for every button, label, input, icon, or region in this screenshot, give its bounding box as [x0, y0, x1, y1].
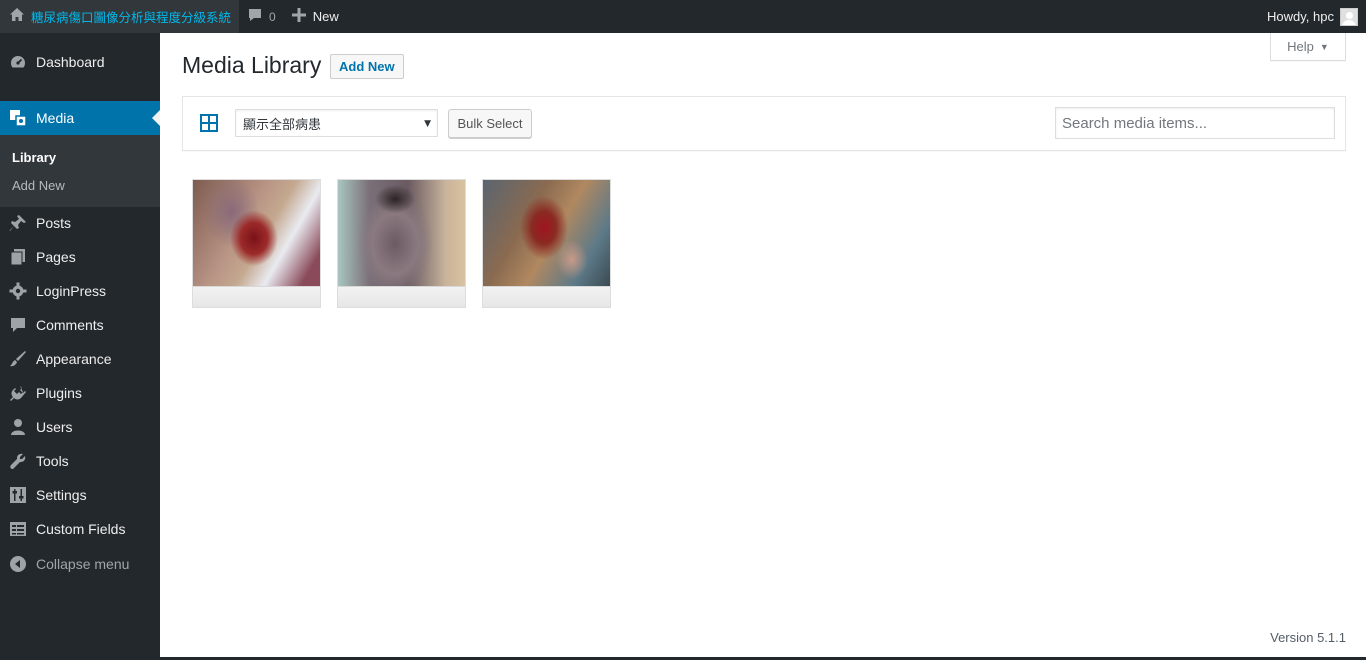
my-account-link[interactable]: Howdy, hpc	[1259, 0, 1366, 33]
media-toolbar: 顯示全部病患 ▼ Bulk Select	[182, 96, 1346, 151]
sidebar-label-pages: Pages	[36, 249, 76, 265]
new-label: New	[312, 9, 339, 24]
admin-bar: 糖尿病傷口圖像分析與程度分級系統 0 New Howdy, hpc	[0, 0, 1366, 33]
comments-count: 0	[269, 9, 276, 24]
search-input[interactable]	[1055, 107, 1335, 139]
version-text: Version 5.1.1	[1270, 630, 1346, 645]
site-name: 糖尿病傷口圖像分析與程度分級系統	[31, 10, 232, 25]
patient-filter-select[interactable]: 顯示全部病患 ▼	[235, 109, 438, 137]
pushpin-icon	[8, 213, 28, 233]
dashboard-icon	[8, 52, 28, 72]
users-icon	[8, 417, 28, 437]
media-submenu: Library Add New	[0, 135, 160, 207]
sidebar-label-custom-fields: Custom Fields	[36, 521, 126, 537]
site-name-link[interactable]: 糖尿病傷口圖像分析與程度分級系統	[0, 0, 240, 33]
media-icon	[8, 108, 28, 128]
sidebar-item-media[interactable]: Media	[0, 101, 160, 135]
sidebar-label-loginpress: LoginPress	[36, 283, 107, 299]
add-new-button[interactable]: Add New	[330, 54, 404, 79]
sidebar-item-appearance[interactable]: Appearance	[0, 342, 160, 376]
sidebar-label-posts: Posts	[36, 215, 72, 231]
attachment-thumbnail[interactable]	[192, 179, 321, 308]
attachment-caption-strip	[483, 287, 610, 307]
sidebar-label-plugins: Plugins	[36, 385, 82, 401]
sidebar-label-users: Users	[36, 419, 73, 435]
wound-image	[193, 180, 320, 287]
page-title: Media Library	[182, 52, 322, 78]
sidebar-item-users[interactable]: Users	[0, 410, 160, 444]
paintbrush-icon	[8, 349, 28, 369]
table-icon	[8, 519, 28, 539]
collapse-menu-button[interactable]: Collapse menu	[0, 547, 160, 581]
sidebar-item-settings[interactable]: Settings	[0, 478, 160, 512]
pages-icon	[8, 247, 28, 267]
sidebar-item-comments[interactable]: Comments	[0, 308, 160, 342]
sidebar-item-posts[interactable]: Posts	[0, 206, 160, 240]
attachment-thumbnail[interactable]	[482, 179, 611, 308]
howdy-text: Howdy, hpc	[1267, 9, 1334, 24]
wound-image	[483, 180, 610, 287]
gear-icon	[8, 281, 28, 301]
attachment-caption-strip	[338, 287, 465, 307]
submenu-item-library[interactable]: Library	[12, 150, 56, 165]
patient-filter-value: 顯示全部病患	[243, 117, 322, 133]
home-icon	[9, 7, 25, 26]
bulk-select-button[interactable]: Bulk Select	[448, 109, 532, 138]
sidebar-item-tools[interactable]: Tools	[0, 444, 160, 478]
sidebar-item-plugins[interactable]: Plugins	[0, 376, 160, 410]
plus-icon	[291, 8, 306, 25]
new-content-link[interactable]: New	[284, 0, 347, 33]
comment-icon	[247, 7, 263, 26]
sidebar-label-appearance: Appearance	[36, 351, 112, 367]
sidebar-label-media: Media	[36, 110, 75, 126]
attachment-thumbnail[interactable]	[337, 179, 466, 308]
caret-down-icon: ▼	[424, 119, 431, 129]
sidebar-label-dashboard: Dashboard	[36, 54, 105, 70]
sidebar-item-dashboard[interactable]: Dashboard	[0, 45, 160, 79]
comments-link[interactable]: 0	[239, 0, 284, 33]
settings-icon	[8, 485, 28, 505]
grid-view-icon[interactable]	[200, 114, 218, 132]
help-label: Help	[1287, 39, 1314, 54]
plugin-icon	[8, 383, 28, 403]
comment-icon	[8, 315, 28, 335]
sidebar-item-loginpress[interactable]: LoginPress	[0, 274, 160, 308]
attachment-caption-strip	[193, 287, 320, 307]
admin-sidebar: Dashboard Media Library Add New Posts Pa…	[0, 33, 160, 660]
caret-down-icon: ▼	[1319, 41, 1329, 52]
help-tab[interactable]: Help ▼	[1270, 33, 1346, 61]
sidebar-item-pages[interactable]: Pages	[0, 240, 160, 274]
sidebar-label-collapse: Collapse menu	[36, 556, 130, 572]
sidebar-label-tools: Tools	[36, 453, 69, 469]
submenu-item-add-new[interactable]: Add New	[12, 178, 65, 193]
sidebar-label-settings: Settings	[36, 487, 87, 503]
avatar	[1340, 7, 1358, 26]
wrench-icon	[8, 451, 28, 471]
wound-image	[338, 180, 465, 287]
main-content: Help ▼ Media Library Add New 顯示全部病患 ▼ Bu…	[160, 33, 1366, 660]
collapse-icon	[8, 554, 28, 574]
sidebar-item-custom-fields[interactable]: Custom Fields	[0, 512, 160, 546]
sidebar-label-comments: Comments	[36, 317, 104, 333]
